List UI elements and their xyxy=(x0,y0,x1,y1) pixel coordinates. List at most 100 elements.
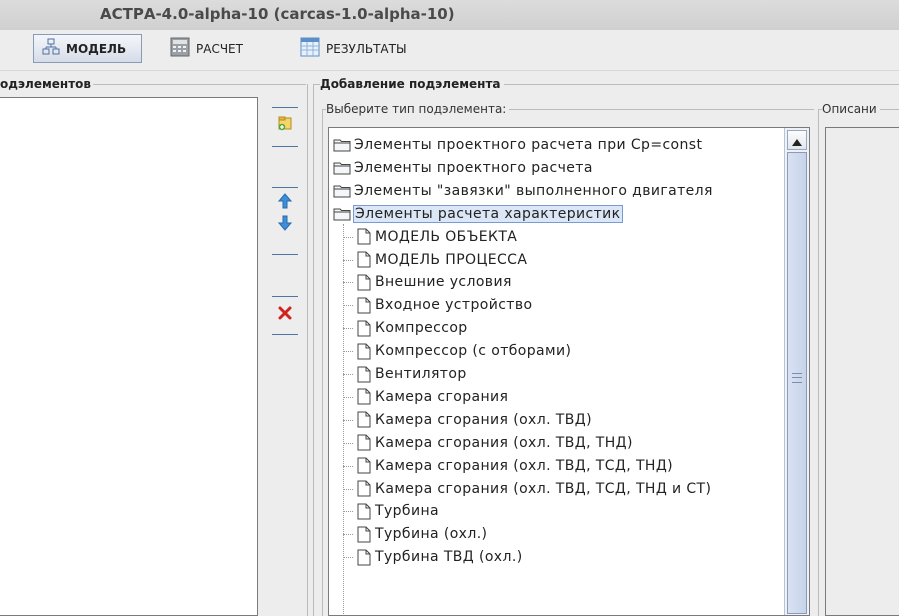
add-element-button[interactable] xyxy=(276,116,294,134)
main-toolbar: МОДЕЛЬ РАСЧЕТ РЕЗУЛЬТАТЫ xyxy=(0,30,899,71)
document-icon xyxy=(357,228,371,245)
document-icon xyxy=(357,434,371,451)
tree-leaf-label: МОДЕЛЬ ПРОЦЕССА xyxy=(375,251,528,268)
tree-group-item[interactable]: Элементы "завязки" выполненного двигател… xyxy=(333,180,714,202)
add-group-left-border xyxy=(313,84,314,616)
document-icon xyxy=(357,388,371,405)
left-panel-right-border xyxy=(307,84,308,616)
table-icon xyxy=(300,37,320,60)
tree-connector-branch xyxy=(343,305,353,307)
actions-divider xyxy=(272,296,298,297)
tree-leaf-item[interactable]: Камера сгорания xyxy=(357,386,509,408)
calc-tab-button[interactable]: РАСЧЕТ xyxy=(170,34,280,63)
actions-divider xyxy=(272,146,298,147)
document-icon xyxy=(357,526,371,543)
move-down-button[interactable] xyxy=(276,215,294,235)
tree-group-item[interactable]: Элементы проектного расчета xyxy=(333,157,594,179)
tree-connector-branch xyxy=(343,511,353,513)
folder-icon xyxy=(333,138,351,152)
tree-connector-branch xyxy=(343,236,353,238)
arrow-down-icon xyxy=(277,215,293,235)
tree-leaf-item[interactable]: Компрессор xyxy=(357,317,469,339)
add-element-icon xyxy=(277,115,293,135)
window-title: АСТРА-4.0-alpha-10 (carcas-1.0-alpha-10) xyxy=(100,5,455,23)
tree-leaf-item[interactable]: Турбина ТВД (охл.) xyxy=(357,546,524,568)
tree-leaf-label: Камера сгорания (охл. ТВД) xyxy=(375,411,592,428)
tree-leaf-item[interactable]: Турбина (охл.) xyxy=(357,523,488,545)
tree-connector-branch xyxy=(343,534,353,536)
description-box[interactable] xyxy=(825,127,899,616)
actions-divider xyxy=(272,254,298,255)
tree-scrollbar[interactable] xyxy=(784,128,809,615)
tree-leaf-label: МОДЕЛЬ ОБЪЕКТА xyxy=(375,228,518,245)
tree-group-label: Элементы "завязки" выполненного двигател… xyxy=(354,182,713,199)
folder-icon xyxy=(333,184,351,198)
document-icon xyxy=(357,411,371,428)
tree-group-item[interactable]: Элементы расчета характеристик xyxy=(333,203,623,225)
tree-leaf-label: Камера сгорания xyxy=(375,388,509,405)
tree-connector-branch xyxy=(343,351,353,353)
model-tab-button[interactable]: МОДЕЛЬ xyxy=(33,34,142,63)
tree-leaf-label: Компрессор xyxy=(375,320,468,337)
subelement-type-tree[interactable]: Элементы проектного расчета при Ср=const… xyxy=(328,127,810,616)
tree-leaf-item[interactable]: МОДЕЛЬ ОБЪЕКТА xyxy=(357,226,518,248)
tree-connector-branch xyxy=(343,419,353,421)
hierarchy-icon xyxy=(42,38,60,59)
document-icon xyxy=(357,457,371,474)
tree-group-item[interactable]: Элементы проектного расчета при Ср=const xyxy=(333,134,703,156)
triangle-up-icon xyxy=(792,131,802,150)
tree-leaf-label: Компрессор (с отборами) xyxy=(375,343,572,360)
actions-divider xyxy=(272,334,298,335)
scroll-grip xyxy=(792,373,802,383)
tree-leaf-item[interactable]: Компрессор (с отборами) xyxy=(357,340,572,362)
actions-divider xyxy=(272,187,298,188)
document-icon xyxy=(357,503,371,520)
tree-group-label: Элементы проектного расчета xyxy=(354,159,593,176)
tree-leaf-item[interactable]: Внешние условия xyxy=(357,271,513,293)
document-icon xyxy=(357,343,371,360)
tree-leaf-item[interactable]: МОДЕЛЬ ПРОЦЕССА xyxy=(357,249,528,271)
move-up-button[interactable] xyxy=(276,193,294,213)
description-group-left-border xyxy=(818,109,819,616)
tree-connector-branch xyxy=(343,465,353,467)
tree-leaf-label: Внешние условия xyxy=(375,274,512,291)
scroll-thumb[interactable] xyxy=(787,152,807,614)
document-icon xyxy=(357,297,371,314)
tree-leaf-item[interactable]: Камера сгорания (охл. ТВД, ТСД, ТНД и СТ… xyxy=(357,478,712,500)
tree-group-label: Элементы проектного расчета при Ср=const xyxy=(354,137,703,153)
document-icon xyxy=(357,320,371,337)
tree-leaf-label: Камера сгорания (охл. ТВД, ТСД, ТНД) xyxy=(375,457,674,474)
actions-divider xyxy=(272,107,298,108)
tree-leaf-label: Турбина ТВД (охл.) xyxy=(375,549,523,566)
arrow-up-icon xyxy=(277,193,293,213)
folder-icon xyxy=(333,161,351,175)
tree-connector-branch xyxy=(343,396,353,398)
tree-leaf-item[interactable]: Вентилятор xyxy=(357,363,468,385)
tree-leaf-item[interactable]: Камера сгорания (охл. ТВД) xyxy=(357,409,593,431)
delete-element-button[interactable] xyxy=(276,305,294,323)
tree-connector-branch xyxy=(343,442,353,444)
tree-leaf-label: Турбина xyxy=(375,503,439,520)
calculator-icon xyxy=(170,37,190,60)
tree-connector-branch xyxy=(343,282,353,284)
type-group-label: Выберите тип подэлемента: xyxy=(326,102,510,116)
tree-connector-branch xyxy=(343,259,353,261)
tree-leaf-label: Камера сгорания (охл. ТВД, ТНД) xyxy=(375,434,633,451)
document-icon xyxy=(357,480,371,497)
subelements-list[interactable] xyxy=(0,97,258,616)
tree-leaf-label: Камера сгорания (охл. ТВД, ТСД, ТНД и СТ… xyxy=(375,480,712,497)
window-titlebar: АСТРА-4.0-alpha-10 (carcas-1.0-alpha-10) xyxy=(0,0,899,30)
folder-icon xyxy=(333,207,351,221)
tree-leaf-item[interactable]: Турбина xyxy=(357,500,440,522)
results-tab-button[interactable]: РЕЗУЛЬТАТЫ xyxy=(300,34,430,63)
results-tab-label: РЕЗУЛЬТАТЫ xyxy=(326,41,407,56)
calc-tab-label: РАСЧЕТ xyxy=(196,41,243,56)
scroll-up-button[interactable] xyxy=(787,130,807,150)
tree-leaf-item[interactable]: Камера сгорания (охл. ТВД, ТНД) xyxy=(357,432,634,454)
tree-leaf-label: Турбина (охл.) xyxy=(375,526,488,543)
document-icon xyxy=(357,274,371,291)
document-icon xyxy=(357,366,371,383)
tree-leaf-item[interactable]: Входное устройство xyxy=(357,294,533,316)
tree-leaf-item[interactable]: Камера сгорания (охл. ТВД, ТСД, ТНД) xyxy=(357,455,674,477)
tree-connector-branch xyxy=(343,557,353,559)
